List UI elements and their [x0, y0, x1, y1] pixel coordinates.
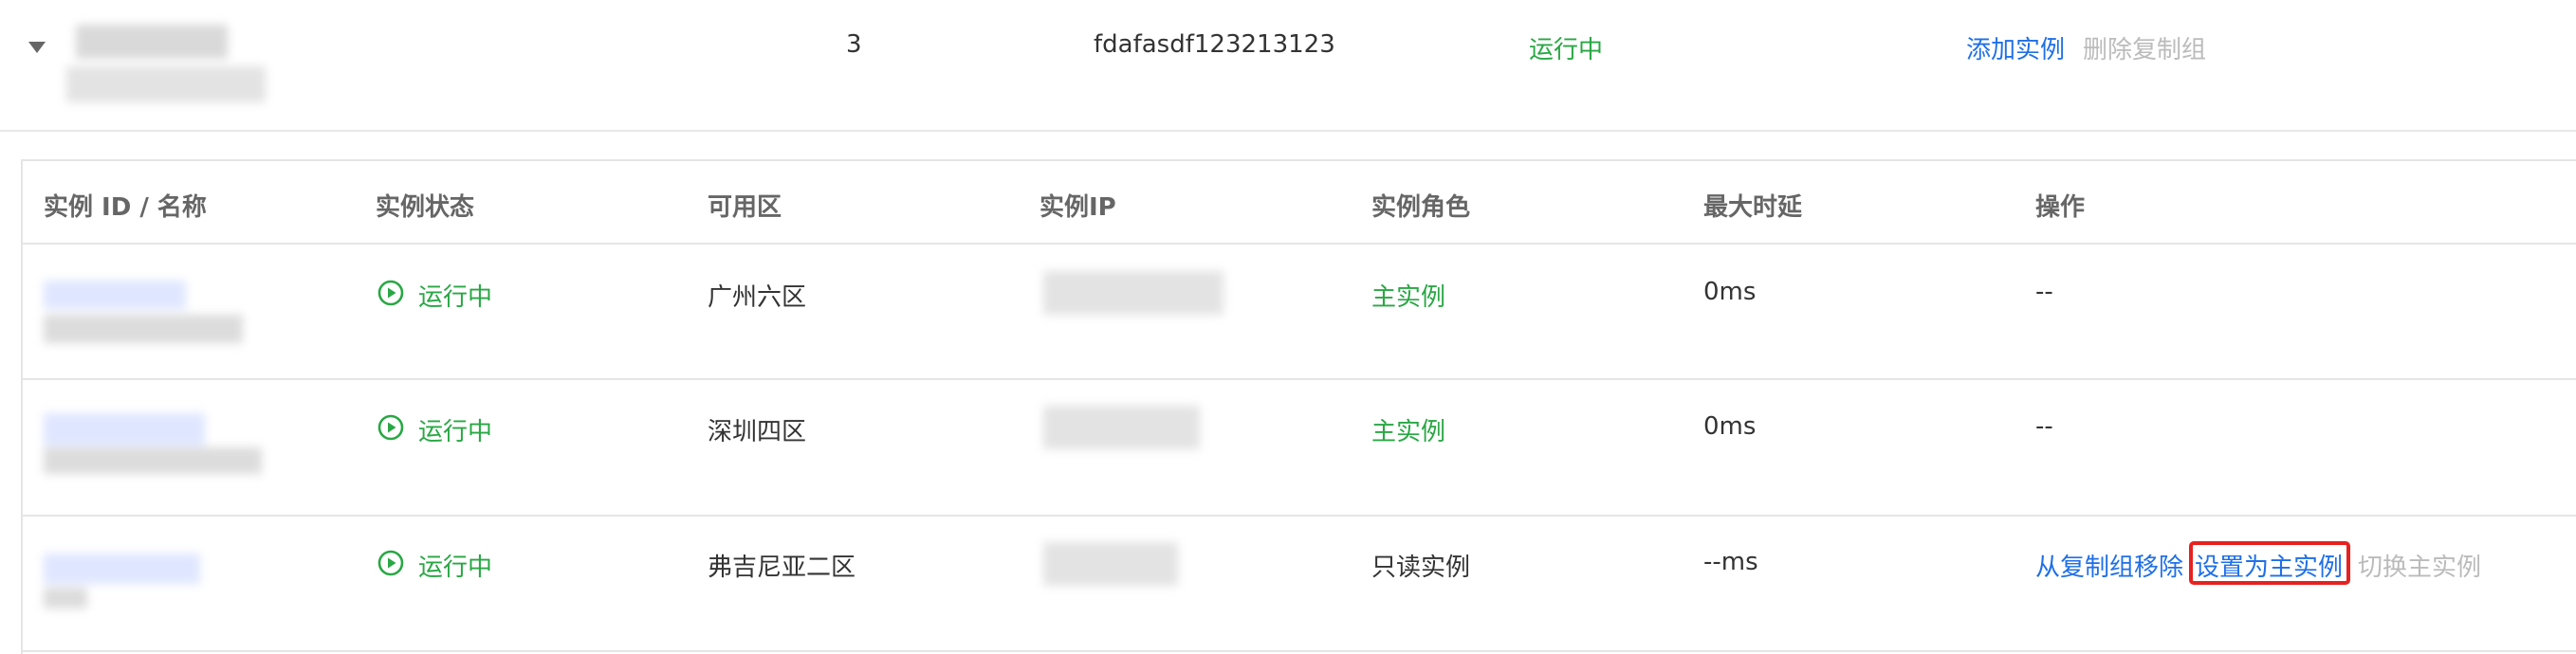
- instance-ip-redacted: [1043, 271, 1224, 315]
- replication-group-row: 3 fdafasdf123213123 运行中 添加实例 删除复制组: [0, 0, 2576, 131]
- instance-status: 运行中: [418, 283, 493, 312]
- instance-zone: 弗吉尼亚二区: [708, 554, 856, 582]
- header-status: 实例状态: [376, 193, 475, 222]
- highlight-box: [2189, 541, 2350, 585]
- play-circle-icon: [377, 414, 404, 441]
- header-role: 实例角色: [1371, 193, 1471, 222]
- remove-from-group-link[interactable]: 从复制组移除: [2035, 548, 2183, 583]
- instance-ip-redacted: [1043, 542, 1178, 586]
- instance-role: 只读实例: [1371, 554, 1471, 582]
- no-action-placeholder: --: [2035, 278, 2053, 306]
- header-divider: [21, 243, 2576, 245]
- instance-status: 运行中: [418, 418, 493, 446]
- instance-ip-redacted: [1043, 406, 1200, 449]
- instance-zone: 深圳四区: [708, 418, 807, 446]
- instance-delay: 0ms: [1703, 278, 1757, 306]
- instance-id-redacted[interactable]: [40, 406, 267, 481]
- instance-role: 主实例: [1371, 418, 1446, 446]
- instance-role: 主实例: [1371, 283, 1446, 312]
- header-zone: 可用区: [708, 193, 782, 222]
- group-instance-count: 3: [846, 30, 862, 59]
- switch-primary-link[interactable]: 切换主实例: [2358, 548, 2481, 583]
- header-id-name: 实例 ID / 名称: [44, 193, 207, 222]
- play-circle-icon: [377, 280, 404, 306]
- instance-delay: --ms: [1703, 548, 1758, 576]
- no-action-placeholder: --: [2035, 412, 2053, 441]
- header-max-delay: 最大时延: [1703, 193, 1803, 222]
- instance-delay: 0ms: [1703, 412, 1757, 441]
- group-name-redacted: [66, 19, 266, 110]
- row-divider: [21, 515, 2576, 517]
- instance-id-redacted[interactable]: [40, 275, 248, 351]
- row-divider: [21, 650, 2576, 652]
- group-id: fdafasdf123213123: [1094, 30, 1335, 59]
- caret-down-icon[interactable]: [28, 42, 46, 53]
- instance-id-redacted[interactable]: [40, 546, 211, 614]
- play-circle-icon: [377, 550, 404, 576]
- instance-status: 运行中: [418, 554, 493, 582]
- delete-group-link[interactable]: 删除复制组: [2083, 30, 2206, 65]
- add-instance-link[interactable]: 添加实例: [1966, 30, 2065, 65]
- divider: [0, 130, 2576, 132]
- instance-zone: 广州六区: [708, 283, 807, 312]
- header-actions: 操作: [2035, 193, 2086, 222]
- group-status: 运行中: [1529, 36, 1604, 64]
- row-divider: [21, 378, 2576, 380]
- header-ip: 实例IP: [1040, 193, 1116, 222]
